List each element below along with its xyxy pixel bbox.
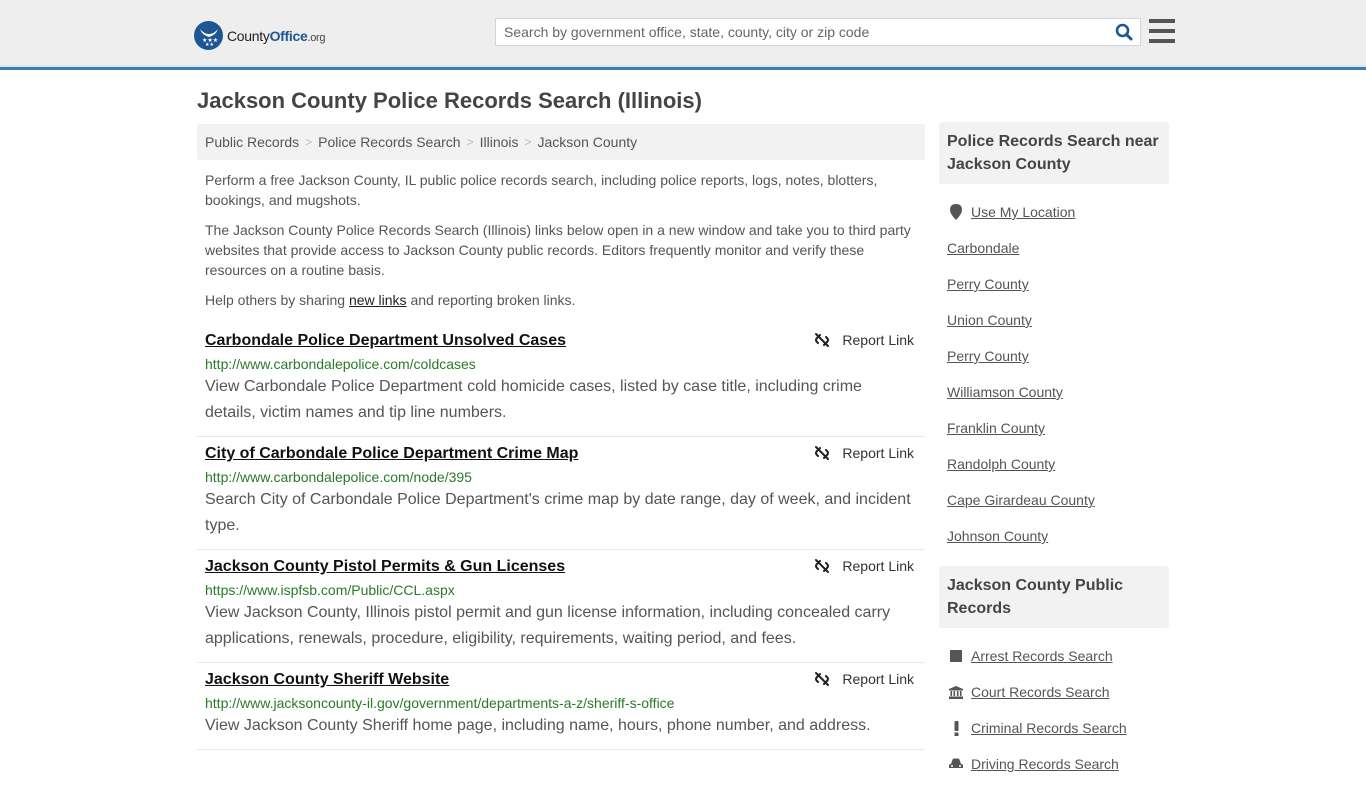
nearby-item: Franklin County: [947, 410, 1169, 446]
breadcrumb-jackson-county[interactable]: Jackson County: [538, 134, 638, 150]
bank-icon: [947, 685, 965, 699]
map-marker-icon: [947, 204, 965, 220]
menu-bar: [1149, 19, 1175, 23]
breadcrumb-separator: >: [305, 135, 313, 149]
result-title-link[interactable]: City of Carbondale Police Department Cri…: [205, 444, 578, 464]
breadcrumb-illinois[interactable]: Illinois: [480, 134, 519, 150]
court-records-link[interactable]: Court Records Search: [971, 684, 1110, 700]
nearby-link-cape-girardeau-county[interactable]: Cape Girardeau County: [947, 492, 1095, 508]
eagle-stars-icon: ★★★ ★★: [194, 21, 223, 50]
intro-paragraph: The Jackson County Police Records Search…: [205, 222, 911, 278]
site-logo[interactable]: ★★★ ★★ CountyOffice.org: [194, 21, 326, 50]
driving-records-link[interactable]: Driving Records Search: [971, 756, 1119, 772]
result-item: Carbondale Police Department Unsolved Ca…: [197, 324, 925, 437]
report-link-button[interactable]: Report Link: [814, 445, 914, 461]
result-description: View Jackson County, Illinois pistol per…: [205, 604, 891, 647]
nearby-link-carbondale[interactable]: Carbondale: [947, 240, 1019, 256]
result-title-link[interactable]: Jackson County Pistol Permits & Gun Lice…: [205, 557, 565, 577]
new-links-link[interactable]: new links: [349, 292, 407, 308]
breadcrumb-public-records[interactable]: Public Records: [205, 134, 299, 150]
broken-link-icon: [815, 672, 830, 686]
share-links-paragraph: Help others by sharing new links and rep…: [205, 292, 576, 308]
search-button[interactable]: [1108, 19, 1140, 45]
breadcrumb: Public Records > Police Records Search >…: [197, 124, 925, 160]
arrest-records-link[interactable]: Arrest Records Search: [971, 648, 1113, 664]
broken-link-icon: [815, 333, 830, 347]
use-my-location-link[interactable]: Use My Location: [971, 204, 1075, 220]
nearby-item: Johnson County: [947, 518, 1169, 554]
result-item: Jackson County Pistol Permits & Gun Lice…: [197, 550, 925, 663]
search-box: [495, 18, 1141, 46]
nearby-link-johnson-county[interactable]: Johnson County: [947, 528, 1048, 544]
intro-paragraph: Perform a free Jackson County, IL public…: [205, 172, 878, 208]
result-url: http://www.carbondalepolice.com/coldcase…: [205, 356, 476, 372]
nearby-link-union-county[interactable]: Union County: [947, 312, 1032, 328]
broken-link-icon: [815, 446, 830, 460]
public-records-list: Arrest Records Search Court Records Sear…: [939, 628, 1169, 794]
result-item: City of Carbondale Police Department Cri…: [197, 437, 925, 550]
result-url: https://www.ispfsb.com/Public/CCL.aspx: [205, 582, 455, 598]
menu-bar: [1149, 29, 1175, 33]
search-icon: [1115, 23, 1133, 41]
result-url: http://www.jacksoncounty-il.gov/governme…: [205, 695, 675, 711]
sidebar: Police Records Search near Jackson Count…: [939, 122, 1169, 794]
nearby-item: Randolph County: [947, 446, 1169, 482]
site-header: ★★★ ★★ CountyOffice.org: [0, 0, 1366, 70]
nearby-heading: Police Records Search near Jackson Count…: [939, 122, 1169, 184]
car-icon: [947, 758, 965, 770]
result-url: http://www.carbondalepolice.com/node/395: [205, 469, 472, 485]
breadcrumb-separator: >: [466, 135, 474, 149]
breadcrumb-police-records-search[interactable]: Police Records Search: [318, 134, 460, 150]
logo-text: CountyOffice.org: [227, 27, 326, 44]
nearby-link-franklin-county[interactable]: Franklin County: [947, 420, 1045, 436]
public-records-heading: Jackson County Public Records: [939, 566, 1169, 628]
nearby-link-randolph-county[interactable]: Randolph County: [947, 456, 1055, 472]
page-title: Jackson County Police Records Search (Il…: [197, 88, 702, 113]
nearby-item: Carbondale: [947, 230, 1169, 266]
menu-bar: [1149, 39, 1175, 43]
nearby-link-perry-county-2[interactable]: Perry County: [947, 348, 1029, 364]
results-list: Carbondale Police Department Unsolved Ca…: [197, 324, 925, 750]
public-record-item: Criminal Records Search: [947, 710, 1169, 746]
nearby-item: Perry County: [947, 338, 1169, 374]
result-description: View Carbondale Police Department cold h…: [205, 378, 862, 421]
svg-text:★★: ★★: [205, 42, 214, 46]
result-title-link[interactable]: Jackson County Sheriff Website: [205, 670, 449, 690]
nearby-list: Use My Location Carbondale Perry County …: [939, 184, 1169, 566]
report-link-button[interactable]: Report Link: [814, 558, 914, 574]
intro-text: Perform a free Jackson County, IL public…: [205, 170, 920, 320]
nearby-item: Cape Girardeau County: [947, 482, 1169, 518]
public-record-item: Driving Records Search: [947, 746, 1169, 782]
criminal-records-link[interactable]: Criminal Records Search: [971, 720, 1127, 736]
result-item: Jackson County Sheriff Website Report Li…: [197, 663, 925, 750]
result-title-link[interactable]: Carbondale Police Department Unsolved Ca…: [205, 331, 566, 351]
public-record-item: Arrest Records Search: [947, 638, 1169, 674]
broken-link-icon: [815, 559, 830, 573]
square-icon: [947, 650, 965, 662]
public-record-item: Court Records Search: [947, 674, 1169, 710]
breadcrumb-separator: >: [524, 135, 532, 149]
use-my-location-item: Use My Location: [947, 194, 1169, 230]
hamburger-menu-button[interactable]: [1149, 19, 1175, 43]
search-input[interactable]: [496, 19, 1108, 45]
exclamation-icon: [947, 720, 965, 736]
result-description: View Jackson County Sheriff home page, i…: [205, 717, 871, 734]
report-link-button[interactable]: Report Link: [814, 332, 914, 348]
nearby-link-perry-county[interactable]: Perry County: [947, 276, 1029, 292]
nearby-item: Williamson County: [947, 374, 1169, 410]
report-link-button[interactable]: Report Link: [814, 671, 914, 687]
nearby-item: Union County: [947, 302, 1169, 338]
nearby-item: Perry County: [947, 266, 1169, 302]
nearby-link-williamson-county[interactable]: Williamson County: [947, 384, 1063, 400]
result-description: Search City of Carbondale Police Departm…: [205, 491, 911, 534]
